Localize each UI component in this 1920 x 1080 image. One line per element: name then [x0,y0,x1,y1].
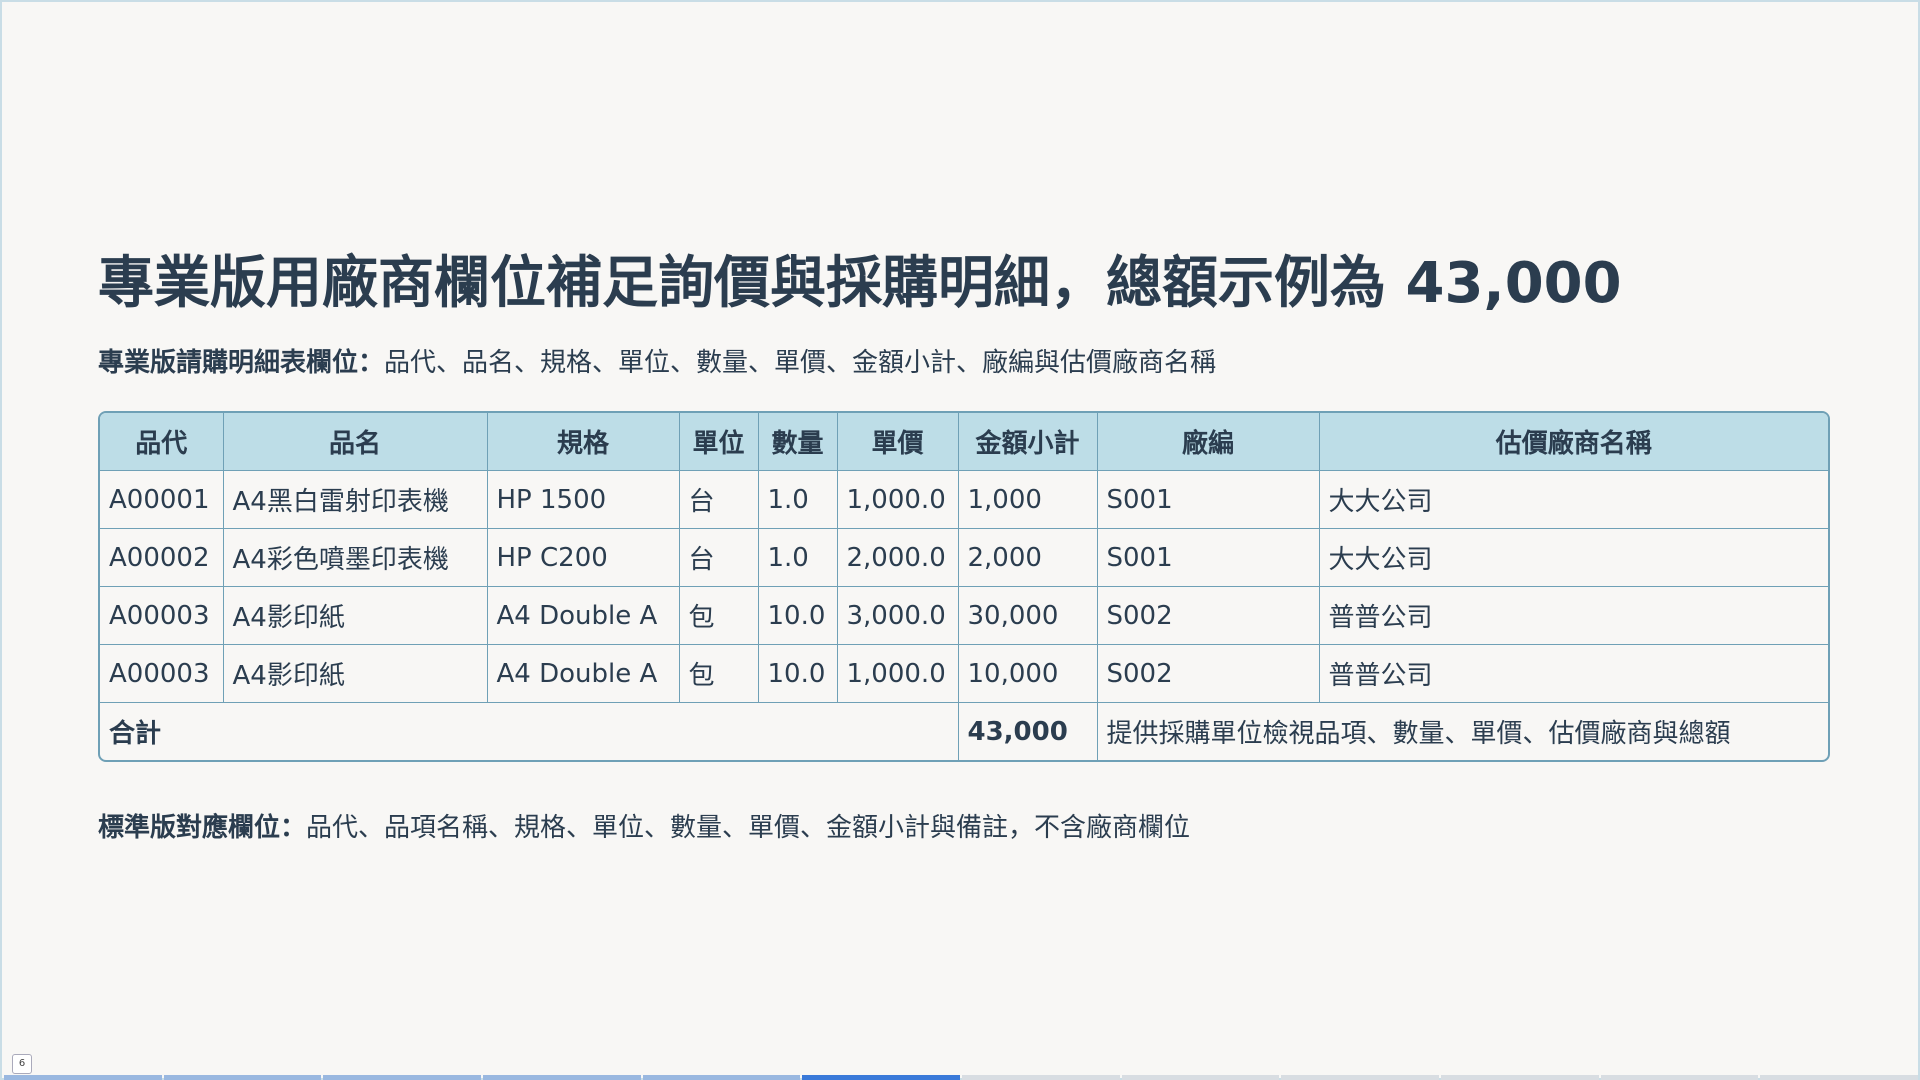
cell-vendor-code: S001 [1096,470,1320,529]
progress-segment[interactable] [642,1075,801,1080]
progress-segment[interactable] [962,1075,1120,1080]
requisition-table: 品代 品名 規格 單位 數量 單價 金額小計 廠編 估價廠商名稱 A00001 … [98,411,1830,762]
slide-footnote: 標準版對應欄位：品代、品項名稱、規格、單位、數量、單價、金額小計與備註，不含廠商… [98,807,1190,844]
cell-item-code: A00003 [100,644,224,703]
header-spec: 規格 [486,413,680,471]
cell-unit: 包 [678,586,759,645]
progress-segment[interactable] [483,1075,641,1080]
table-row: A00003 A4影印紙 A4 Double A 包 10.0 3,000.0 … [100,586,1828,645]
total-label: 合計 [100,702,959,760]
progress-segment[interactable] [1281,1075,1440,1080]
progress-segment[interactable] [802,1075,961,1080]
cell-subtotal: 10,000 [957,644,1098,703]
table-row: A00001 A4黑白雷射印表機 HP 1500 台 1.0 1,000.0 1… [100,470,1828,529]
progress-segment[interactable] [1600,1075,1759,1080]
cell-unit: 包 [678,644,759,703]
cell-vendor-name: 大大公司 [1318,528,1828,587]
cell-unit: 台 [678,470,759,529]
header-unit: 單位 [678,413,759,471]
table-row: A00003 A4影印紙 A4 Double A 包 10.0 1,000.0 … [100,644,1828,703]
progress-segment[interactable] [163,1075,322,1080]
header-item-code: 品代 [100,413,224,471]
slide-title: 專業版用廠商欄位補足詢價與採購明細，總額示例為 43,000 [98,251,1622,316]
progress-segment[interactable] [1121,1075,1280,1080]
header-unit-price: 單價 [836,413,959,471]
table-header-row: 品代 品名 規格 單位 數量 單價 金額小計 廠編 估價廠商名稱 [100,413,1828,471]
header-vendor-name: 估價廠商名稱 [1318,413,1828,471]
header-subtotal: 金額小計 [957,413,1098,471]
cell-unit-price: 2,000.0 [836,528,959,587]
cell-quantity: 10.0 [757,644,838,703]
cell-item-name: A4黑白雷射印表機 [222,470,488,529]
total-amount: 43,000 [957,702,1098,760]
cell-item-code: A00001 [100,470,224,529]
subtitle-label: 專業版請購明細表欄位： [98,348,385,378]
cell-item-name: A4彩色噴墨印表機 [222,528,488,587]
progress-segment[interactable] [4,1075,162,1080]
cell-item-name: A4影印紙 [222,586,488,645]
cell-item-name: A4影印紙 [222,644,488,703]
cell-vendor-name: 大大公司 [1318,470,1828,529]
cell-vendor-name: 普普公司 [1318,644,1828,703]
cell-quantity: 10.0 [757,586,838,645]
cell-unit: 台 [678,528,759,587]
subtitle-text: 品代、品名、規格、單位、數量、單價、金額小計、廠編與估價廠商名稱 [384,348,1217,378]
total-row: 合計 43,000 提供採購單位檢視品項、數量、單價、估價廠商與總額 [100,702,1828,760]
cell-spec: A4 Double A [486,644,680,703]
cell-subtotal: 30,000 [957,586,1098,645]
cell-quantity: 1.0 [757,470,838,529]
cell-subtotal: 1,000 [957,470,1098,529]
cell-spec: A4 Double A [486,586,680,645]
header-quantity: 數量 [757,413,838,471]
cell-item-code: A00002 [100,528,224,587]
table-row: A00002 A4彩色噴墨印表機 HP C200 台 1.0 2,000.0 2… [100,528,1828,587]
footnote-text: 品代、品項名稱、規格、單位、數量、單價、金額小計與備註，不含廠商欄位 [306,813,1191,843]
cell-subtotal: 2,000 [957,528,1098,587]
cell-vendor-name: 普普公司 [1318,586,1828,645]
cell-vendor-code: S002 [1096,586,1320,645]
header-item-name: 品名 [222,413,488,471]
footnote-label: 標準版對應欄位： [98,813,307,843]
cell-vendor-code: S002 [1096,644,1320,703]
cell-spec: HP C200 [486,528,680,587]
progress-segment[interactable] [1441,1075,1599,1080]
cell-vendor-code: S001 [1096,528,1320,587]
header-vendor-code: 廠編 [1096,413,1320,471]
cell-item-code: A00003 [100,586,224,645]
progress-segment[interactable] [1760,1075,1919,1080]
page-number-badge: 6 [12,1054,32,1074]
cell-unit-price: 1,000.0 [836,470,959,529]
cell-quantity: 1.0 [757,528,838,587]
cell-unit-price: 3,000.0 [836,586,959,645]
slide-progress-bar[interactable] [4,1075,1920,1080]
total-note: 提供採購單位檢視品項、數量、單價、估價廠商與總額 [1096,702,1828,760]
cell-spec: HP 1500 [486,470,680,529]
cell-unit-price: 1,000.0 [836,644,959,703]
slide-subtitle: 專業版請購明細表欄位：品代、品名、規格、單位、數量、單價、金額小計、廠編與估價廠… [98,342,1216,379]
slide: 專業版用廠商欄位補足詢價與採購明細，總額示例為 43,000 專業版請購明細表欄… [0,0,1920,1080]
progress-segment[interactable] [323,1075,482,1080]
